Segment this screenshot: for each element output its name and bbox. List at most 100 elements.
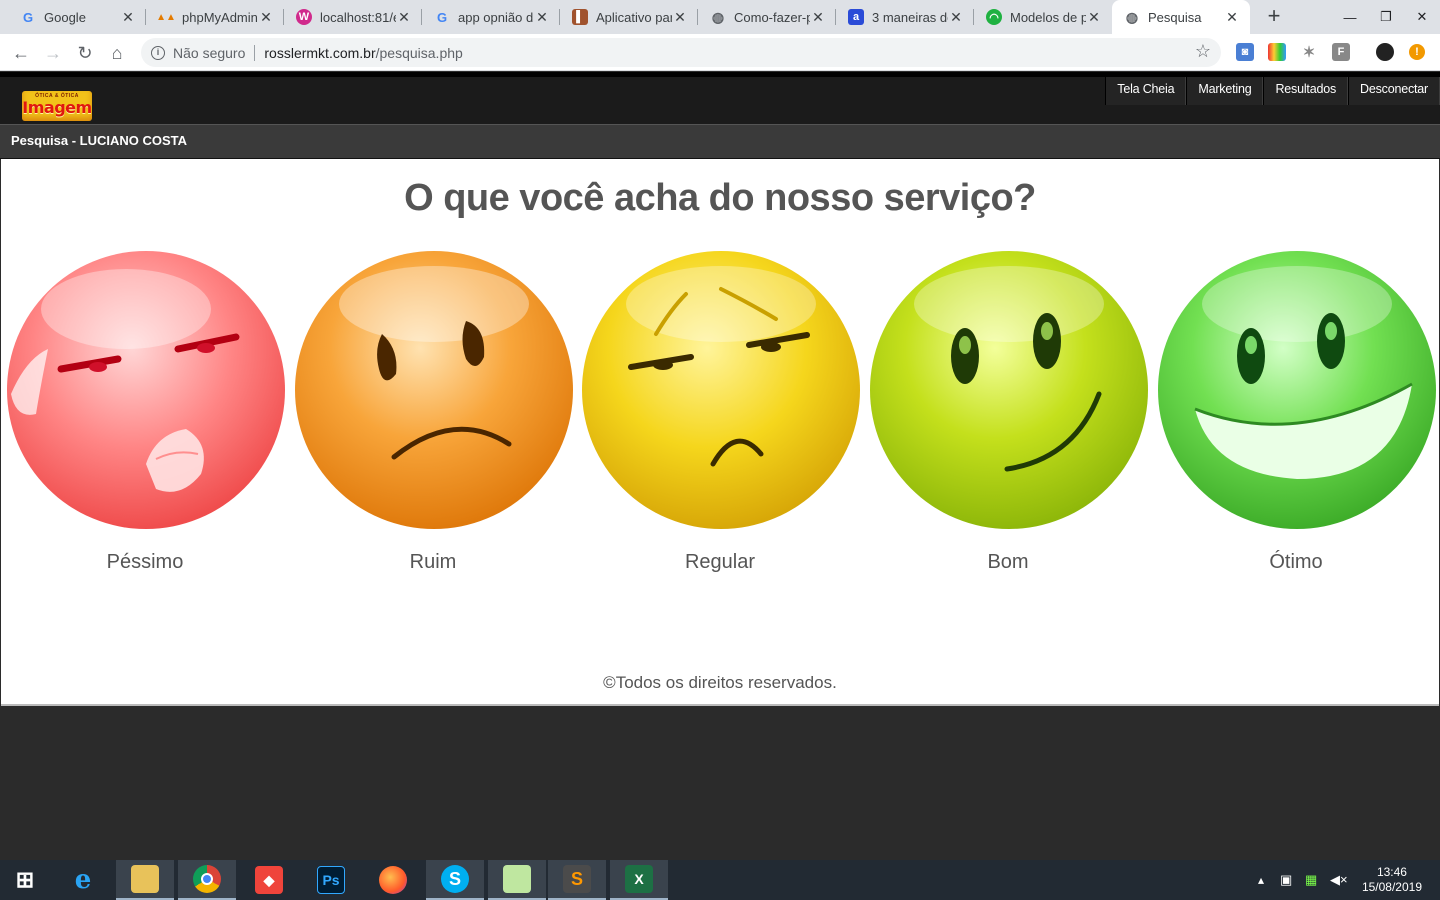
page-footer: ©Todos os direitos reservados.	[603, 673, 837, 692]
new-tab-button[interactable]: +	[1262, 5, 1286, 29]
restore-icon[interactable]: ❐	[1368, 0, 1404, 34]
green-circle-icon: ◠	[986, 9, 1002, 25]
security-label: Não seguro	[173, 44, 246, 61]
taskbar-sublime[interactable]: S	[548, 860, 606, 900]
angry-face-icon	[7, 251, 285, 529]
volume-muted-icon[interactable]: ◀×	[1330, 860, 1348, 900]
rating-option-otimo[interactable]: Ótimo	[1152, 249, 1440, 589]
close-tab-icon[interactable]: ✕	[396, 9, 412, 26]
globe-icon: ◍	[1125, 8, 1139, 25]
browser-tab[interactable]: ▲▲ phpMyAdmin ✕	[146, 0, 284, 34]
rating-option-bom[interactable]: Bom	[864, 249, 1152, 589]
logout-button[interactable]: Desconectar	[1348, 77, 1440, 105]
url-path: /pesquisa.php	[375, 44, 463, 61]
internet-explorer-icon: e	[74, 865, 92, 895]
browser-tab[interactable]: G Google ✕	[8, 0, 146, 34]
close-tab-icon[interactable]: ✕	[1086, 9, 1102, 26]
browser-tab[interactable]: a 3 maneiras de ✕	[836, 0, 974, 34]
reload-icon[interactable]: ↻	[72, 40, 98, 66]
system-clock[interactable]: 13:46 15/08/2019	[1362, 865, 1422, 895]
chrome-icon	[193, 865, 221, 893]
taskbar-ie[interactable]: e	[54, 860, 112, 900]
windows-logo-icon: ⊞	[15, 867, 35, 892]
clock-date: 15/08/2019	[1361, 880, 1422, 894]
localhost-icon: W	[296, 9, 312, 25]
taskbar-firefox[interactable]	[364, 860, 422, 900]
browser-tab[interactable]: W localhost:81/e ✕	[284, 0, 422, 34]
tray-app-icon[interactable]: ▦	[1305, 860, 1317, 900]
close-tab-icon[interactable]: ✕	[948, 9, 964, 26]
close-tab-icon[interactable]: ✕	[120, 9, 136, 26]
results-button[interactable]: Resultados	[1263, 77, 1349, 105]
browser-tab-active[interactable]: ◍ Pesquisa ✕	[1112, 0, 1250, 34]
skype-icon: S	[441, 865, 469, 893]
windows-start-icon[interactable]: ⊞	[0, 860, 50, 900]
windows-taskbar: ⊞ e ◆ Ps S S X ▴ ▣ ▦ ◀× 13:46 15/08/2019	[0, 860, 1440, 900]
browser-tab[interactable]: ◍ Como-fazer-p ✕	[698, 0, 836, 34]
a-icon: a	[848, 9, 864, 25]
update-alert-icon[interactable]: !	[1409, 44, 1425, 60]
close-tab-icon[interactable]: ✕	[534, 9, 550, 26]
taskbar-sticky-notes[interactable]	[488, 860, 546, 900]
anydesk-icon: ◆	[255, 866, 283, 894]
page-subheader: Pesquisa - LUCIANO COSTA	[0, 124, 1440, 159]
firefox-icon	[379, 866, 407, 894]
profile-avatar[interactable]	[1376, 43, 1394, 61]
rating-option-regular[interactable]: Regular	[576, 249, 864, 589]
survey-panel: O que você acha do nosso serviço? Péssim…	[1, 159, 1439, 706]
excel-icon: X	[625, 865, 653, 893]
phpmyadmin-icon: ▲▲	[156, 11, 176, 23]
home-icon[interactable]: ⌂	[104, 40, 130, 66]
browser-tab[interactable]: G app opnião d ✕	[422, 0, 560, 34]
marketing-button[interactable]: Marketing	[1186, 77, 1264, 105]
photoshop-icon: Ps	[317, 866, 345, 894]
minimize-icon[interactable]: —	[1332, 0, 1368, 34]
url-host: rosslermkt.com.br	[264, 44, 376, 61]
rating-label: Bom	[987, 551, 1029, 573]
tray-expand-icon[interactable]: ▴	[1258, 860, 1264, 900]
bookmark-star-icon[interactable]: ☆	[1195, 41, 1211, 62]
taskbar-explorer[interactable]	[116, 860, 174, 900]
taskbar-chrome[interactable]	[178, 860, 236, 900]
rating-label: Ruim	[409, 551, 457, 573]
site-header: ÓTICA & ÓTICA Imagem Tela Cheia Marketin…	[0, 72, 1440, 124]
book-icon: ▌	[572, 9, 588, 25]
f-extension-icon[interactable]: F	[1332, 43, 1350, 61]
browser-toolbar: ← → ↻ ⌂ i Não seguro rosslermkt.com.br/p…	[0, 34, 1440, 71]
back-icon[interactable]: ←	[8, 40, 34, 66]
close-tab-icon[interactable]: ✕	[810, 9, 826, 26]
info-icon[interactable]: i	[151, 45, 165, 60]
rating-option-ruim[interactable]: Ruim	[289, 249, 577, 589]
file-explorer-icon	[131, 865, 159, 893]
rating-label: Regular	[684, 551, 756, 573]
taskbar-anydesk[interactable]: ◆	[240, 860, 298, 900]
smile-face-icon	[870, 251, 1148, 529]
pin-extension-icon[interactable]: ✶	[1300, 43, 1318, 61]
taskbar-skype[interactable]: S	[426, 860, 484, 900]
taskbar-photoshop[interactable]: Ps	[302, 860, 360, 900]
clock-time: 13:46	[1376, 865, 1407, 879]
network-icon[interactable]: ▣	[1280, 860, 1292, 900]
close-tab-icon[interactable]: ✕	[672, 9, 688, 26]
rating-option-pessimo[interactable]: Péssimo	[1, 249, 289, 589]
forward-icon[interactable]: →	[40, 40, 66, 66]
browser-tab-strip: G Google ✕ ▲▲ phpMyAdmin ✕ W localhost:8…	[0, 0, 1440, 34]
google-icon: G	[436, 9, 448, 25]
browser-tab[interactable]: ▌ Aplicativo par ✕	[560, 0, 698, 34]
top-nav: Tela Cheia Marketing Resultados Desconec…	[1105, 77, 1440, 105]
worried-face-icon	[582, 251, 860, 529]
site-logo[interactable]: ÓTICA & ÓTICA Imagem	[22, 91, 92, 121]
close-tab-icon[interactable]: ✕	[258, 9, 274, 26]
sad-face-icon	[295, 251, 573, 529]
sublime-text-icon: S	[563, 865, 591, 893]
full-screen-button[interactable]: Tela Cheia	[1105, 77, 1187, 105]
colorpicker-extension-icon[interactable]	[1268, 43, 1286, 61]
close-window-icon[interactable]: ✕	[1404, 0, 1440, 34]
globe-icon: ◍	[711, 8, 725, 25]
camera-extension-icon[interactable]: ◙	[1236, 43, 1254, 61]
taskbar-excel[interactable]: X	[610, 860, 668, 900]
close-tab-icon[interactable]: ✕	[1224, 9, 1240, 26]
rating-label: Ótimo	[1269, 551, 1323, 573]
browser-tab[interactable]: ◠ Modelos de p ✕	[974, 0, 1112, 34]
address-bar[interactable]: i Não seguro rosslermkt.com.br/pesquisa.…	[141, 38, 1221, 67]
